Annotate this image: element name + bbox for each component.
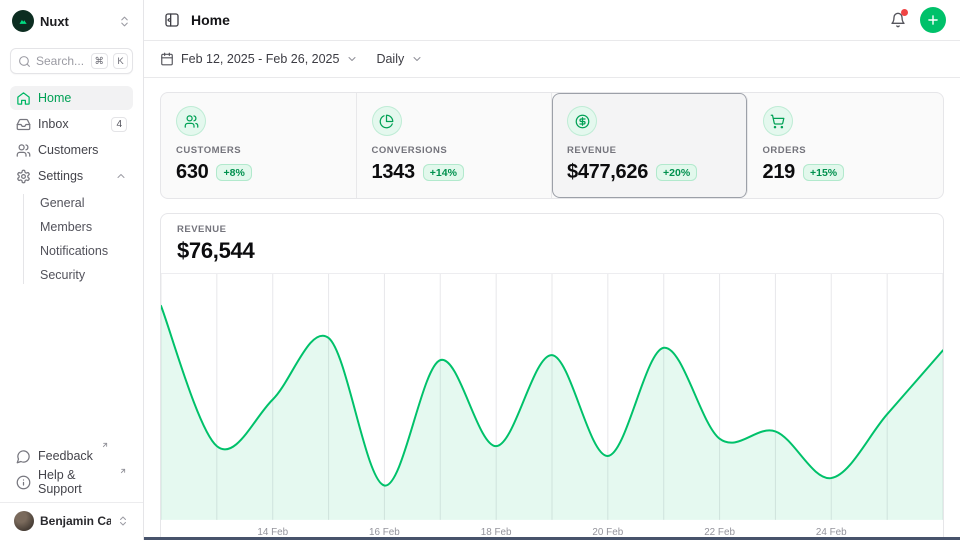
header: Home (144, 0, 960, 41)
sidebar-item-settings[interactable]: Settings (10, 164, 133, 188)
stat-card-conversions[interactable]: CONVERSIONS 1343 +14% (357, 93, 553, 198)
search-input[interactable]: Search... ⌘ K (10, 48, 133, 74)
sidebar-nav: Home Inbox 4 Customers Settings General … (10, 86, 133, 288)
subnav-label: General (40, 196, 84, 210)
stat-value: 630 (176, 161, 208, 184)
delta-badge: +14% (423, 164, 464, 181)
sidebar-item-members[interactable]: Members (36, 216, 133, 238)
home-icon (16, 91, 31, 106)
pie-chart-icon (379, 114, 394, 129)
nuxt-logo (12, 10, 34, 32)
filters-toolbar: Feb 12, 2025 - Feb 26, 2025 Daily (144, 41, 960, 78)
stat-value: 1343 (372, 161, 415, 184)
chart-metric-label: REVENUE (177, 224, 927, 235)
inbox-icon (16, 117, 31, 132)
sidebar-item-notifications[interactable]: Notifications (36, 240, 133, 262)
main-area: Home Feb 12, 2025 - Feb 26, 2025 Daily C… (144, 0, 960, 540)
chevron-up-icon (115, 170, 127, 182)
panel-collapse-icon (164, 12, 180, 28)
page-title: Home (191, 12, 230, 28)
notification-dot (901, 9, 908, 16)
sidebar-item-label: Customers (38, 143, 127, 157)
chevrons-up-down-icon (117, 515, 129, 527)
stat-card-revenue[interactable]: REVENUE $477,626 +20% (552, 93, 748, 198)
cart-icon (770, 114, 785, 129)
search-placeholder: Search... (36, 54, 86, 68)
chart-plot-area[interactable]: 14 Feb16 Feb18 Feb20 Feb22 Feb24 Feb (161, 274, 943, 540)
granularity-select[interactable]: Daily (376, 52, 423, 66)
content: CUSTOMERS 630 +8% CONVERSIONS 1343 +14% … (144, 78, 960, 540)
kbd-meta: ⌘ (91, 53, 109, 69)
stat-value: 219 (763, 161, 795, 184)
subnav-label: Security (40, 268, 85, 282)
delta-badge: +8% (216, 164, 251, 181)
sidebar-item-inbox[interactable]: Inbox 4 (10, 112, 133, 136)
sidebar-item-label: Home (38, 91, 127, 105)
kbd-k: K (113, 53, 128, 69)
date-range-label: Feb 12, 2025 - Feb 26, 2025 (181, 52, 339, 66)
workspace-switcher[interactable]: Nuxt (10, 8, 133, 34)
collapse-sidebar-button[interactable] (162, 10, 182, 30)
sidebar-item-customers[interactable]: Customers (10, 138, 133, 162)
sidebar: Nuxt Search... ⌘ K Home Inbox 4 Customer… (0, 0, 144, 540)
message-bubble-icon (16, 449, 31, 464)
user-avatar (14, 511, 34, 531)
workspace-name: Nuxt (40, 14, 112, 29)
chevrons-up-down-icon (118, 15, 131, 28)
sidebar-item-security[interactable]: Security (36, 264, 133, 286)
inbox-count-badge: 4 (111, 117, 127, 132)
sidebar-item-home[interactable]: Home (10, 86, 133, 110)
revenue-area-chart: 14 Feb16 Feb18 Feb20 Feb22 Feb24 Feb (161, 274, 943, 540)
chevron-down-icon (411, 53, 423, 65)
add-button[interactable] (920, 7, 946, 33)
delta-badge: +15% (803, 164, 844, 181)
settings-subnav: General Members Notifications Security (23, 192, 133, 286)
sidebar-item-general[interactable]: General (36, 192, 133, 214)
calendar-icon (160, 52, 174, 66)
user-menu[interactable]: Benjamin Canac (10, 508, 133, 534)
chevron-down-icon (346, 53, 358, 65)
chart-header: REVENUE $76,544 (161, 214, 943, 274)
sidebar-item-label: Settings (38, 169, 108, 183)
external-link-icon (119, 467, 127, 475)
external-link-icon (101, 441, 109, 449)
stat-label: ORDERS (763, 145, 929, 156)
gear-icon (16, 169, 31, 184)
date-range-picker[interactable]: Feb 12, 2025 - Feb 26, 2025 (160, 52, 358, 66)
user-name: Benjamin Canac (40, 514, 111, 528)
users-icon (184, 114, 199, 129)
users-icon (16, 143, 31, 158)
search-icon (18, 55, 31, 68)
notifications-button[interactable] (885, 7, 911, 33)
footer-link-label: Help & Support (38, 468, 111, 496)
sidebar-footer: Feedback Help & Support Benjamin Canac (10, 444, 133, 534)
dollar-circle-icon (575, 114, 590, 129)
stat-label: REVENUE (567, 145, 732, 156)
stat-value: $477,626 (567, 161, 648, 184)
stat-label: CONVERSIONS (372, 145, 537, 156)
subnav-label: Members (40, 220, 92, 234)
subnav-label: Notifications (40, 244, 108, 258)
footer-link-label: Feedback (38, 449, 93, 463)
info-circle-icon (16, 475, 31, 490)
stat-card-customers[interactable]: CUSTOMERS 630 +8% (161, 93, 357, 198)
help-support-link[interactable]: Help & Support (10, 470, 133, 494)
feedback-link[interactable]: Feedback (10, 444, 133, 468)
stat-label: CUSTOMERS (176, 145, 341, 156)
stat-card-orders[interactable]: ORDERS 219 +15% (748, 93, 944, 198)
granularity-label: Daily (376, 52, 404, 66)
plus-icon (926, 13, 940, 27)
revenue-chart-card: REVENUE $76,544 14 Feb16 Feb18 Feb20 Feb… (160, 213, 944, 540)
stats-row: CUSTOMERS 630 +8% CONVERSIONS 1343 +14% … (160, 92, 944, 199)
sidebar-item-label: Inbox (38, 117, 104, 131)
delta-badge: +20% (656, 164, 697, 181)
chart-metric-value: $76,544 (177, 238, 927, 264)
